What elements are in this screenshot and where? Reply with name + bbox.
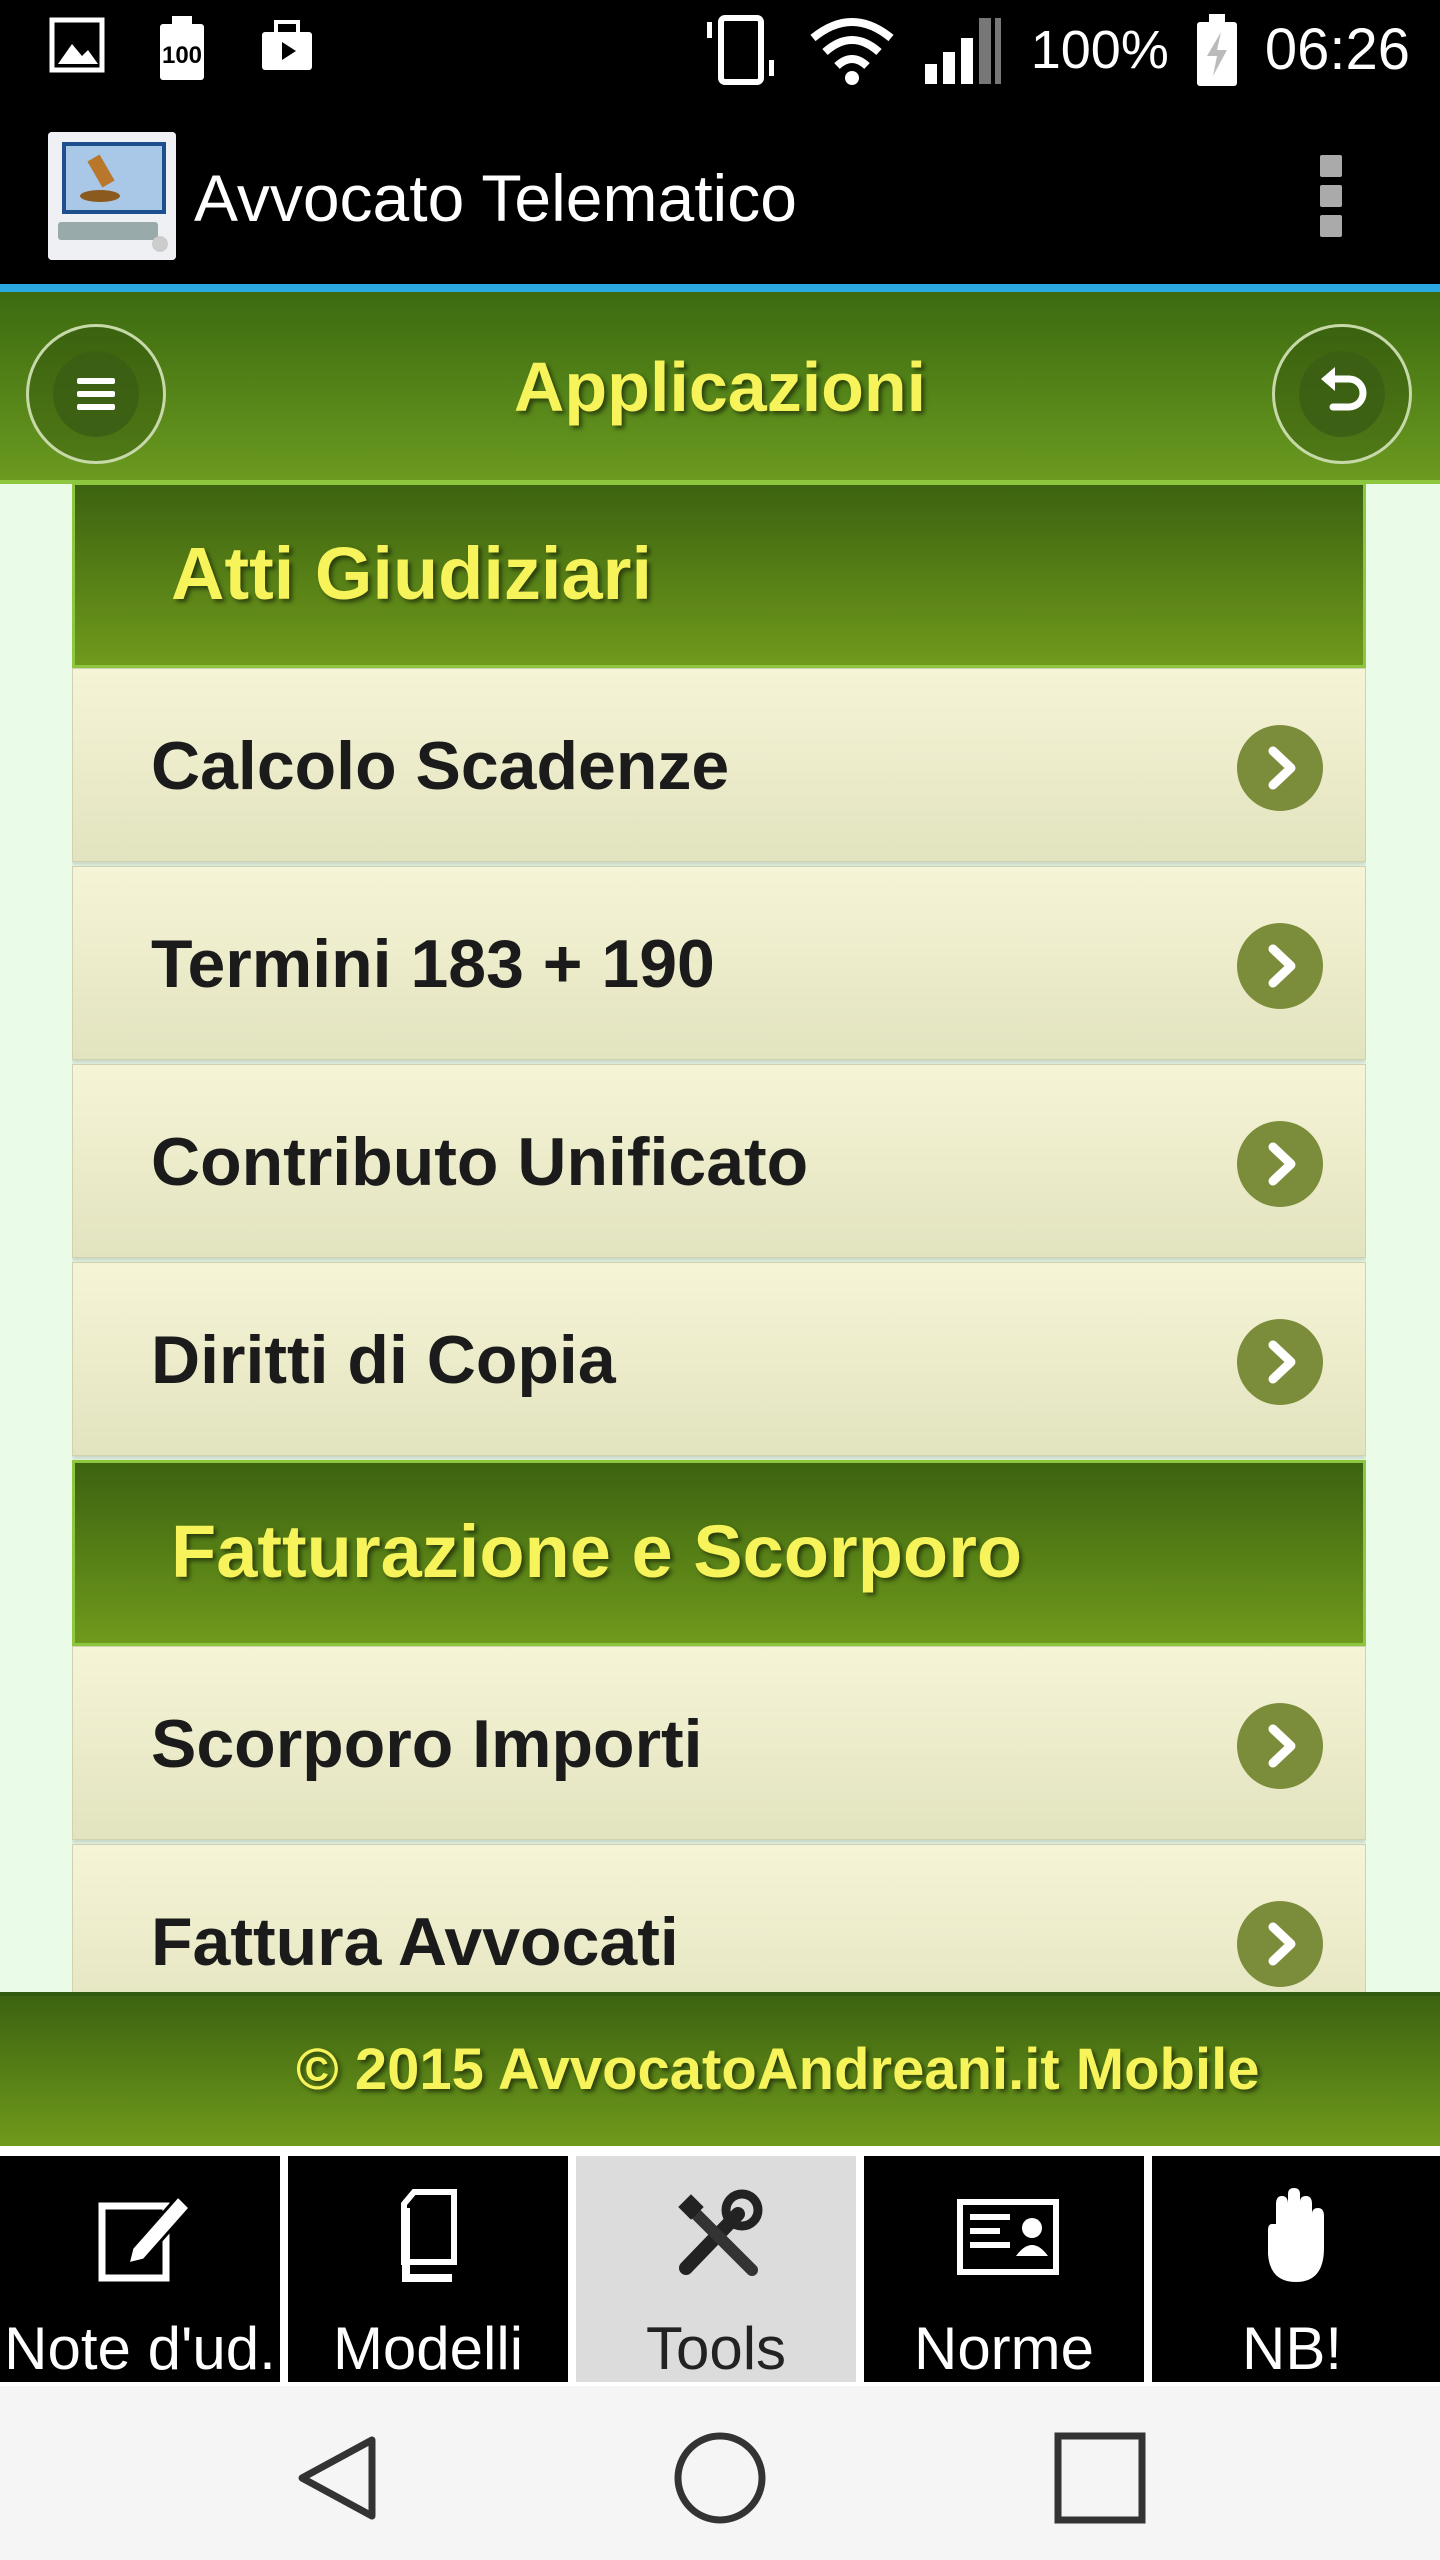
back-arrow-icon	[1321, 367, 1367, 411]
notification-icons: 100	[48, 14, 320, 84]
list-item-contributo-unificato[interactable]: Contributo Unificato	[72, 1064, 1366, 1258]
chevron-right-icon	[1237, 725, 1323, 811]
list-item-termini[interactable]: Termini 183 + 190	[72, 866, 1366, 1060]
chevron-right-icon	[1237, 1319, 1323, 1405]
applications-list: Atti Giudiziari Calcolo Scadenze Termini…	[72, 482, 1366, 1992]
copyright-text: © 2015 AvvocatoAndreani.it Mobile	[296, 2037, 1260, 2102]
chevron-right-icon	[1237, 1703, 1323, 1789]
tab-norme[interactable]: Norme	[864, 2156, 1144, 2382]
list-item-label: Termini 183 + 190	[151, 926, 715, 1002]
documents-icon	[401, 2189, 457, 2282]
edit-note-icon	[98, 2193, 193, 2282]
tab-label: Modelli	[332, 2315, 524, 2382]
home-circle-icon[interactable]	[670, 2428, 770, 2528]
tab-note-udienza[interactable]: Note d'ud.	[0, 2156, 280, 2382]
recents-square-icon[interactable]	[1050, 2428, 1150, 2528]
tab-label: Tools	[645, 2315, 787, 2382]
tab-label: NB!	[1241, 2315, 1343, 2382]
chevron-right-icon	[1237, 1121, 1323, 1207]
back-triangle-icon[interactable]	[290, 2428, 390, 2528]
battery-notification-icon: 100	[152, 14, 212, 84]
tab-label: Norme	[913, 2315, 1095, 2382]
hand-icon	[1268, 2188, 1324, 2282]
navigation-bar	[0, 2386, 1440, 2560]
briefcase-icon	[262, 20, 312, 70]
list-item-label: Diritti di Copia	[151, 1322, 616, 1398]
list-item-label: Contributo Unificato	[151, 1124, 809, 1200]
action-bar: Avvocato Telematico	[0, 100, 1440, 286]
clock: 06:26	[1264, 17, 1410, 82]
list-item-scorporo-importi[interactable]: Scorporo Importi	[72, 1646, 1366, 1840]
signal-icon	[924, 18, 1001, 84]
tab-bar: Note d'ud. Modelli Tools Norme NB!	[0, 2146, 1440, 2386]
battery-percent: 100%	[1030, 20, 1169, 80]
page-header: Applicazioni	[0, 292, 1440, 484]
list-item-label: Fattura Avvocati	[151, 1904, 679, 1980]
chevron-right-icon	[1237, 923, 1323, 1009]
section-header: Atti Giudiziari	[72, 482, 1366, 668]
tab-modelli[interactable]: Modelli	[288, 2156, 568, 2382]
overflow-menu-icon[interactable]	[1320, 155, 1342, 237]
id-card-icon	[957, 2199, 1059, 2275]
vibrate-icon	[706, 15, 774, 85]
list-item-fattura-avvocati[interactable]: Fattura Avvocati	[72, 1844, 1366, 1992]
image-icon	[49, 17, 105, 73]
list-item-calcolo-scadenze[interactable]: Calcolo Scadenze	[72, 668, 1366, 862]
system-status-icons: 100% 06:26	[703, 10, 1410, 90]
status-bar: 100 100% 06:26	[0, 0, 1440, 100]
page-title: Applicazioni	[513, 348, 927, 426]
chevron-right-icon	[1237, 1901, 1323, 1987]
app-title: Avvocato Telematico	[194, 161, 797, 235]
footer: © 2015 AvvocatoAndreani.it Mobile	[0, 1992, 1440, 2146]
list-item-label: Scorporo Importi	[151, 1706, 703, 1782]
battery-notification-label: 100	[161, 42, 203, 69]
list-item-diritti-di-copia[interactable]: Diritti di Copia	[72, 1262, 1366, 1456]
tab-tools[interactable]: Tools	[576, 2156, 856, 2382]
list-item-label: Calcolo Scadenze	[151, 728, 730, 804]
tools-icon	[678, 2189, 763, 2276]
wifi-icon	[810, 18, 894, 85]
section-title: Atti Giudiziari	[171, 532, 652, 615]
action-bar-divider	[0, 284, 1440, 292]
app-logo-icon	[48, 132, 176, 260]
tab-nb[interactable]: NB!	[1152, 2156, 1440, 2382]
section-title: Fatturazione e Scorporo	[171, 1510, 1023, 1593]
battery-icon	[1196, 14, 1237, 86]
back-button[interactable]	[1272, 324, 1412, 464]
section-header: Fatturazione e Scorporo	[72, 1460, 1366, 1646]
tab-label: Note d'ud.	[4, 2315, 276, 2382]
